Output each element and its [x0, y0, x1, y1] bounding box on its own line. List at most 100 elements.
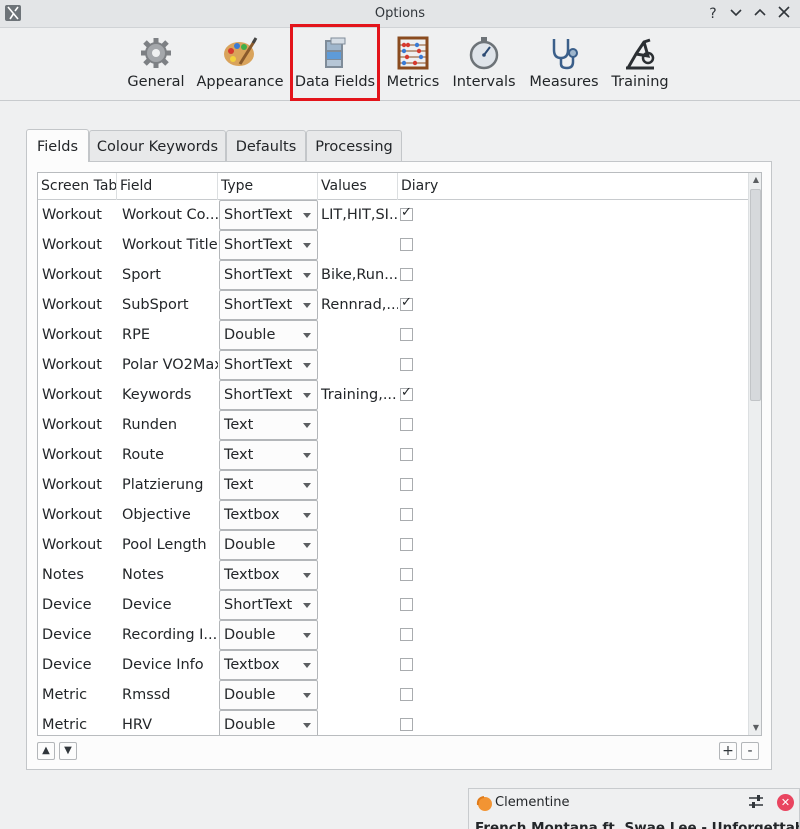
table-row[interactable]: Workout Runden Text	[38, 410, 748, 440]
cell-screen-tab[interactable]: Workout	[38, 440, 117, 470]
header-field[interactable]: Field	[117, 173, 218, 200]
cell-field[interactable]: Keywords	[118, 380, 218, 410]
fields-table[interactable]: Screen Tab Field Type Values Diary Worko…	[37, 172, 762, 736]
cell-screen-tab[interactable]: Device	[38, 620, 117, 650]
dropdown-button[interactable]	[726, 4, 746, 24]
cell-values[interactable]: LIT,HIT,SI...	[318, 200, 398, 230]
cell-field[interactable]: Platzierung	[118, 470, 218, 500]
cell-field[interactable]: SubSport	[118, 290, 218, 320]
cell-screen-tab[interactable]: Device	[38, 590, 117, 620]
close-button[interactable]	[774, 4, 794, 24]
table-row[interactable]: Workout Platzierung Text	[38, 470, 748, 500]
toolbar-item-measures[interactable]: Measures	[527, 28, 601, 101]
cell-screen-tab[interactable]: Workout	[38, 260, 117, 290]
table-row[interactable]: Workout Sport ShortText Bike,Run...	[38, 260, 748, 290]
cell-values[interactable]	[318, 530, 398, 560]
type-combobox[interactable]: Textbox	[219, 650, 318, 680]
cell-screen-tab[interactable]: Workout	[38, 380, 117, 410]
cell-field[interactable]: Workout Title	[118, 230, 218, 260]
cell-screen-tab[interactable]: Workout	[38, 290, 117, 320]
toolbar-item-metrics[interactable]: Metrics	[385, 28, 441, 101]
cell-values[interactable]	[318, 650, 398, 680]
cell-field[interactable]: Notes	[118, 560, 218, 590]
toolbar-item-training[interactable]: Training	[609, 28, 671, 101]
diary-checkbox[interactable]	[400, 658, 413, 671]
cell-screen-tab[interactable]: Metric	[38, 710, 117, 735]
cell-field[interactable]: Pool Length	[118, 530, 218, 560]
diary-checkbox[interactable]: ✓	[400, 205, 413, 221]
cell-screen-tab[interactable]: Workout	[38, 410, 117, 440]
cell-values[interactable]	[318, 590, 398, 620]
scrollbar-thumb[interactable]	[750, 189, 761, 401]
type-combobox[interactable]: Double	[219, 680, 318, 710]
type-combobox[interactable]: Text	[219, 440, 318, 470]
type-combobox[interactable]: ShortText	[219, 260, 318, 290]
diary-checkbox[interactable]: ✓	[400, 385, 413, 401]
diary-checkbox[interactable]	[400, 568, 413, 581]
cell-values[interactable]	[318, 470, 398, 500]
type-combobox[interactable]: Text	[219, 470, 318, 500]
scroll-up-arrow[interactable]: ▲	[749, 173, 761, 187]
move-up-button[interactable]: ▲	[37, 742, 55, 760]
header-screen-tab[interactable]: Screen Tab	[38, 173, 117, 200]
cell-values[interactable]	[318, 500, 398, 530]
cell-field[interactable]: Objective	[118, 500, 218, 530]
cell-values[interactable]	[318, 320, 398, 350]
header-values[interactable]: Values	[318, 173, 398, 200]
cell-field[interactable]: Device Info	[118, 650, 218, 680]
cell-values[interactable]	[318, 710, 398, 735]
cell-field[interactable]: Route	[118, 440, 218, 470]
cell-screen-tab[interactable]: Device	[38, 650, 117, 680]
tab-colour-keywords[interactable]: Colour Keywords	[89, 130, 226, 162]
cell-field[interactable]: Workout Co...	[118, 200, 218, 230]
cell-values[interactable]	[318, 620, 398, 650]
cell-field[interactable]: RPE	[118, 320, 218, 350]
table-row[interactable]: Device Device ShortText	[38, 590, 748, 620]
type-combobox[interactable]: ShortText	[219, 290, 318, 320]
type-combobox[interactable]: Double	[219, 320, 318, 350]
cell-screen-tab[interactable]: Workout	[38, 500, 117, 530]
toolbar-item-general[interactable]: General	[126, 28, 186, 101]
type-combobox[interactable]: ShortText	[219, 350, 318, 380]
remove-field-button[interactable]: -	[741, 742, 759, 760]
move-down-button[interactable]: ▼	[59, 742, 77, 760]
type-combobox[interactable]: ShortText	[219, 230, 318, 260]
diary-checkbox[interactable]: ✓	[400, 295, 413, 311]
cell-screen-tab[interactable]: Workout	[38, 350, 117, 380]
add-field-button[interactable]: +	[719, 742, 737, 760]
cell-screen-tab[interactable]: Workout	[38, 530, 117, 560]
tab-fields[interactable]: Fields	[26, 129, 89, 162]
tab-defaults[interactable]: Defaults	[226, 130, 306, 162]
type-combobox[interactable]: Double	[219, 710, 318, 735]
table-row[interactable]: Workout SubSport ShortText Rennrad,... ✓	[38, 290, 748, 320]
cell-field[interactable]: Polar VO2Max	[118, 350, 218, 380]
diary-checkbox[interactable]	[400, 508, 413, 521]
type-combobox[interactable]: ShortText	[219, 200, 318, 230]
header-type[interactable]: Type	[218, 173, 318, 200]
cell-values[interactable]	[318, 560, 398, 590]
cell-values[interactable]	[318, 410, 398, 440]
cell-values[interactable]	[318, 440, 398, 470]
cell-field[interactable]: HRV	[118, 710, 218, 735]
type-combobox[interactable]: Textbox	[219, 500, 318, 530]
diary-checkbox[interactable]	[400, 238, 413, 251]
notification-close-button[interactable]: ✕	[777, 794, 794, 811]
clementine-notification[interactable]: Clementine ✕ French Montana ft. Swae Lee…	[468, 788, 800, 829]
table-row[interactable]: Workout Objective Textbox	[38, 500, 748, 530]
cell-values[interactable]	[318, 680, 398, 710]
diary-checkbox[interactable]	[400, 598, 413, 611]
diary-checkbox[interactable]	[400, 268, 413, 281]
table-row[interactable]: Workout Route Text	[38, 440, 748, 470]
diary-checkbox[interactable]	[400, 688, 413, 701]
table-row[interactable]: Workout Workout Title ShortText	[38, 230, 748, 260]
toolbar-item-appearance[interactable]: Appearance	[196, 28, 284, 101]
cell-field[interactable]: Sport	[118, 260, 218, 290]
cell-field[interactable]: Recording I...	[118, 620, 218, 650]
settings-sliders-icon[interactable]	[747, 793, 765, 811]
table-row[interactable]: Device Device Info Textbox	[38, 650, 748, 680]
table-row[interactable]: Workout RPE Double	[38, 320, 748, 350]
table-row[interactable]: Device Recording I... Double	[38, 620, 748, 650]
table-row[interactable]: Workout Polar VO2Max ShortText	[38, 350, 748, 380]
toolbar-item-intervals[interactable]: Intervals	[451, 28, 517, 101]
type-combobox[interactable]: Double	[219, 530, 318, 560]
